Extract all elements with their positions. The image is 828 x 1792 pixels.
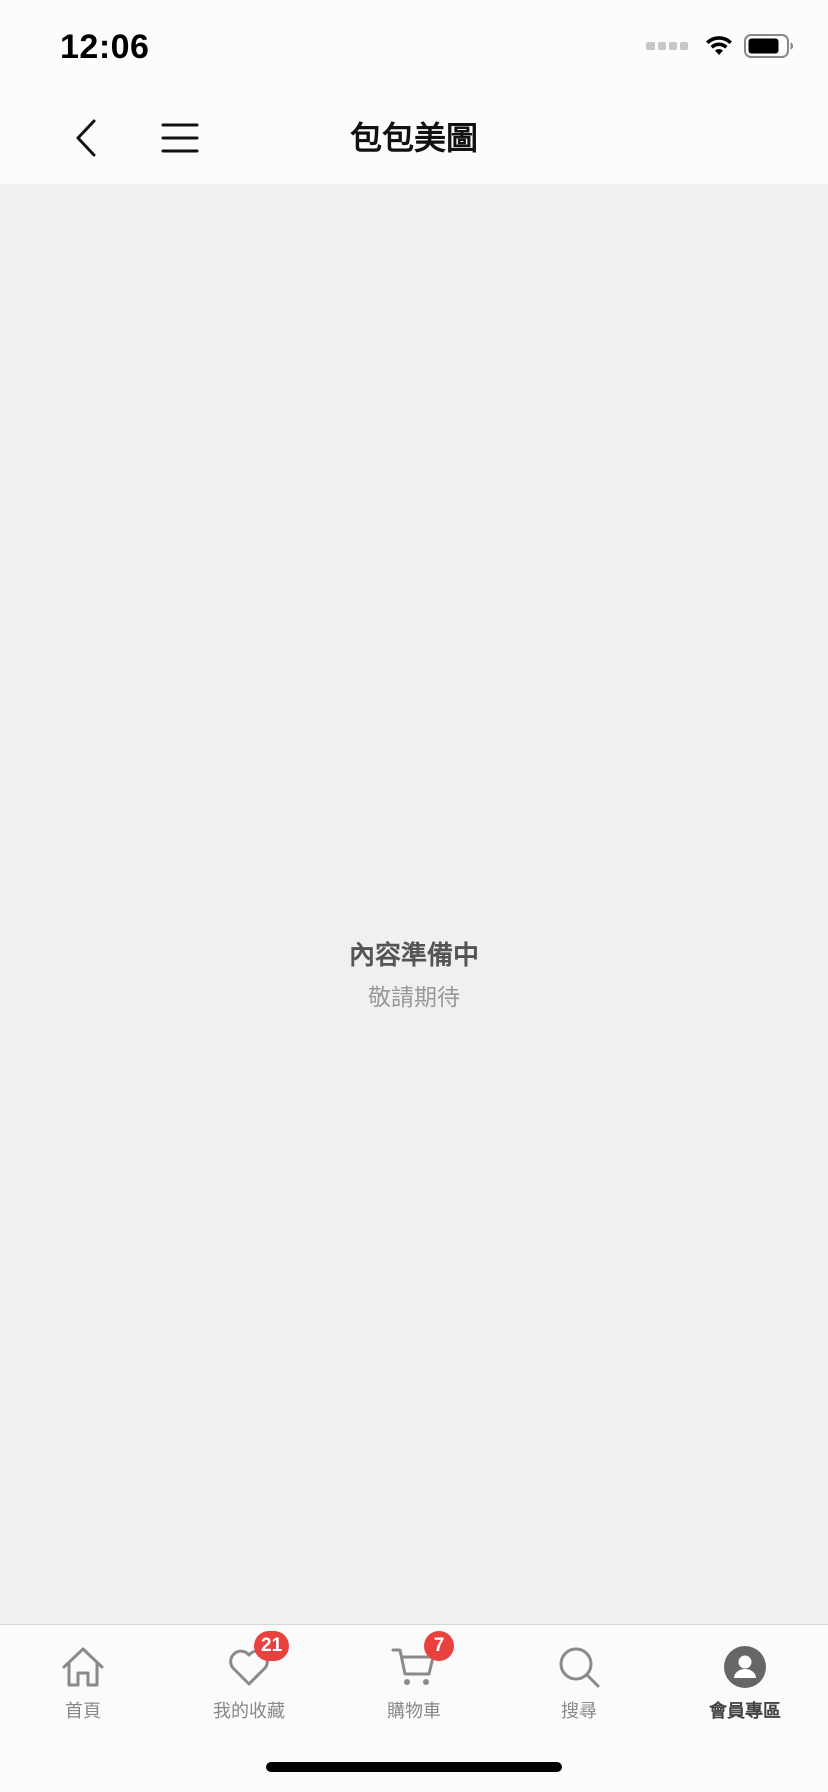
status-time: 12:06 bbox=[60, 28, 150, 66]
menu-button[interactable] bbox=[156, 112, 204, 164]
navigation-bar: 包包美圖 bbox=[0, 92, 828, 184]
tab-favorites[interactable]: 21 我的收藏 bbox=[166, 1625, 332, 1735]
tab-label: 我的收藏 bbox=[213, 1701, 285, 1722]
home-icon bbox=[59, 1643, 107, 1691]
tab-label: 會員專區 bbox=[709, 1701, 781, 1722]
tab-member[interactable]: 會員專區 bbox=[662, 1625, 828, 1735]
cart-count-badge: 7 bbox=[424, 1631, 454, 1661]
app-screen: 12:06 包包美圖 內容準備中 敬請期待 首頁 21 我的收藏 7 購物車 搜… bbox=[0, 0, 828, 1792]
empty-state-subtitle: 敬請期待 bbox=[368, 985, 460, 1011]
home-indicator[interactable] bbox=[266, 1762, 562, 1772]
search-icon bbox=[555, 1643, 603, 1691]
hamburger-menu-icon bbox=[161, 123, 199, 153]
favorites-count-badge: 21 bbox=[254, 1631, 290, 1661]
empty-state: 內容準備中 敬請期待 bbox=[0, 936, 828, 1016]
tab-bar: 首頁 21 我的收藏 7 購物車 搜尋 會員專區 bbox=[0, 1624, 828, 1792]
page-title: 包包美圖 bbox=[349, 119, 478, 157]
tab-label: 購物車 bbox=[387, 1701, 441, 1722]
content-area: 內容準備中 敬請期待 bbox=[0, 184, 828, 1624]
tab-cart[interactable]: 7 購物車 bbox=[331, 1625, 497, 1735]
battery-icon bbox=[744, 34, 793, 58]
tab-label: 搜尋 bbox=[561, 1701, 597, 1722]
status-bar: 12:06 bbox=[0, 0, 828, 92]
tab-search[interactable]: 搜尋 bbox=[496, 1625, 662, 1735]
tab-label: 首頁 bbox=[65, 1701, 101, 1722]
user-icon bbox=[721, 1643, 769, 1691]
cellular-signal-icon bbox=[646, 42, 688, 50]
back-button[interactable] bbox=[62, 112, 110, 164]
status-icons bbox=[646, 34, 794, 58]
empty-state-title: 內容準備中 bbox=[348, 941, 479, 971]
chevron-left-icon bbox=[76, 119, 96, 157]
tab-home[interactable]: 首頁 bbox=[0, 1625, 166, 1735]
wifi-icon bbox=[706, 36, 732, 55]
